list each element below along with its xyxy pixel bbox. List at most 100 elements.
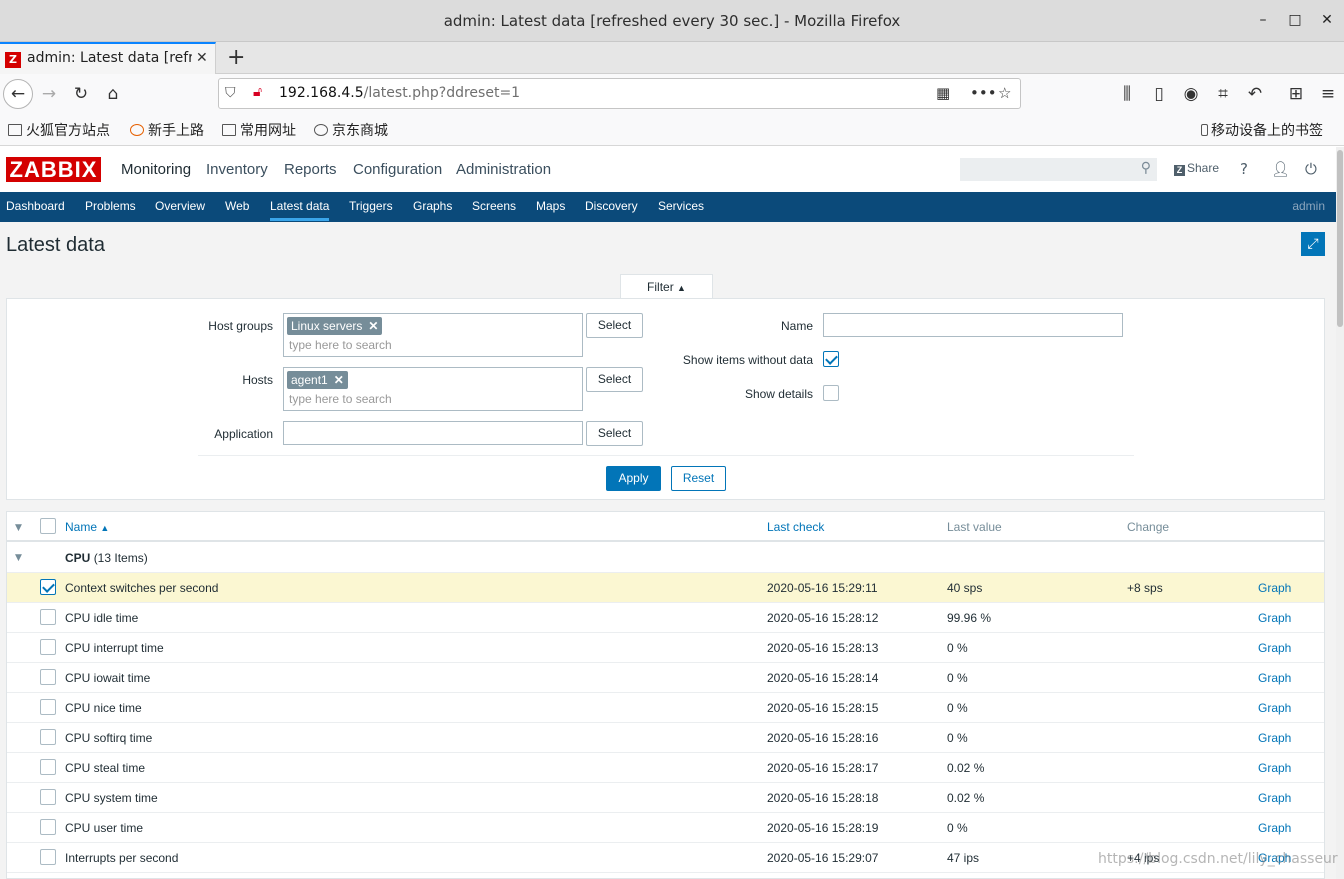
help-icon[interactable]: ? bbox=[1240, 160, 1248, 178]
fullscreen-button[interactable]: ⤢ bbox=[1301, 232, 1325, 256]
graph-link[interactable]: Graph bbox=[1258, 611, 1291, 625]
subnav-triggers[interactable]: Triggers bbox=[349, 199, 393, 213]
select-all-checkbox[interactable] bbox=[40, 518, 56, 534]
show-details-checkbox[interactable] bbox=[823, 385, 839, 401]
collapse-all-icon[interactable]: ▼ bbox=[15, 523, 22, 533]
url-text[interactable]: 192.168.4.5/latest.php?ddreset=1 bbox=[279, 85, 520, 101]
maximize-icon[interactable]: □ bbox=[1285, 10, 1305, 30]
back-icon[interactable]: ← bbox=[3, 79, 33, 109]
menu-inventory[interactable]: Inventory bbox=[206, 161, 268, 178]
bookmark-star-icon[interactable]: ☆ bbox=[998, 84, 1011, 102]
menu-configuration[interactable]: Configuration bbox=[353, 161, 442, 178]
column-name[interactable]: Name ▲ bbox=[65, 520, 109, 534]
hosts-multiselect[interactable]: agent1 ✕ type here to search bbox=[283, 367, 583, 411]
account-icon[interactable]: ◉ bbox=[1179, 82, 1203, 106]
new-tab-icon[interactable]: + bbox=[227, 45, 245, 70]
graph-link[interactable]: Graph bbox=[1258, 641, 1291, 655]
hosts-select-button[interactable]: Select bbox=[586, 367, 643, 392]
collapse-group-icon[interactable]: ▼ bbox=[15, 553, 22, 563]
remove-chip-icon[interactable]: ✕ bbox=[334, 373, 344, 387]
reset-button[interactable]: Reset bbox=[671, 466, 726, 491]
bookmark-item[interactable]: 常用网址 bbox=[222, 120, 296, 140]
graph-link[interactable]: Graph bbox=[1258, 581, 1291, 595]
url-bar[interactable]: ⛉ 🔓︎ 192.168.4.5/latest.php?ddreset=1 ▦ … bbox=[218, 78, 1021, 109]
subnav-graphs[interactable]: Graphs bbox=[413, 199, 452, 213]
row-checkbox[interactable] bbox=[40, 849, 56, 865]
page-actions-icon[interactable]: ••• bbox=[970, 84, 997, 102]
bookmark-item[interactable]: 京东商城 bbox=[314, 120, 388, 140]
bookmark-label: 新手上路 bbox=[148, 123, 204, 139]
subnav-problems[interactable]: Problems bbox=[85, 199, 136, 213]
row-checkbox[interactable] bbox=[40, 729, 56, 745]
row-checkbox[interactable] bbox=[40, 669, 56, 685]
host-groups-select-button[interactable]: Select bbox=[586, 313, 643, 338]
graph-link[interactable]: Graph bbox=[1258, 761, 1291, 775]
subnav-discovery[interactable]: Discovery bbox=[585, 199, 638, 213]
remove-chip-icon[interactable]: ✕ bbox=[368, 319, 378, 333]
reload-icon[interactable]: ↻ bbox=[69, 82, 93, 106]
menu-monitoring[interactable]: Monitoring bbox=[121, 161, 191, 178]
insecure-lock-icon[interactable]: 🔓︎ bbox=[253, 84, 262, 100]
undo-icon[interactable]: ↶ bbox=[1243, 82, 1267, 106]
last-check: 2020-05-16 15:28:19 bbox=[767, 821, 879, 835]
close-tab-icon[interactable]: ✕ bbox=[196, 50, 208, 66]
subnav-services[interactable]: Services bbox=[658, 199, 704, 213]
row-checkbox[interactable] bbox=[40, 639, 56, 655]
scrollbar-thumb[interactable] bbox=[1337, 150, 1343, 327]
share-button[interactable]: Z Share bbox=[1174, 161, 1219, 176]
application-select-button[interactable]: Select bbox=[586, 421, 643, 446]
minimize-icon[interactable]: – bbox=[1253, 10, 1273, 30]
page-scrollbar[interactable] bbox=[1336, 147, 1344, 879]
browser-tab[interactable]: Z admin: Latest data [refres ✕ bbox=[0, 42, 216, 74]
name-input[interactable] bbox=[823, 313, 1123, 337]
screenshot-icon[interactable]: ⌗ bbox=[1211, 82, 1235, 106]
subnav-maps[interactable]: Maps bbox=[536, 199, 565, 213]
graph-link[interactable]: Graph bbox=[1258, 671, 1291, 685]
row-checkbox[interactable] bbox=[40, 759, 56, 775]
global-search-input[interactable]: ⚲ bbox=[960, 158, 1157, 181]
row-checkbox[interactable] bbox=[40, 609, 56, 625]
library-icon[interactable]: ⫼ bbox=[1115, 82, 1139, 106]
last-value: 0.02 % bbox=[947, 761, 985, 775]
shield-icon[interactable]: ⛉ bbox=[225, 85, 236, 101]
user-profile-icon[interactable]: 👤︎ bbox=[1271, 160, 1290, 178]
subnav-web[interactable]: Web bbox=[225, 199, 249, 213]
row-checkbox[interactable] bbox=[40, 579, 56, 595]
graph-link[interactable]: Graph bbox=[1258, 791, 1291, 805]
row-checkbox[interactable] bbox=[40, 699, 56, 715]
graph-link[interactable]: Graph bbox=[1258, 701, 1291, 715]
bookmark-item[interactable]: 火狐官方站点 bbox=[8, 120, 110, 140]
graph-link[interactable]: Graph bbox=[1258, 821, 1291, 835]
bookmark-label: 常用网址 bbox=[240, 123, 296, 139]
column-last-check[interactable]: Last check bbox=[767, 520, 824, 534]
item-name: CPU system time bbox=[65, 791, 158, 805]
row-checkbox[interactable] bbox=[40, 789, 56, 805]
menu-icon[interactable]: ≡ bbox=[1316, 82, 1340, 106]
row-checkbox[interactable] bbox=[40, 819, 56, 835]
host-groups-multiselect[interactable]: Linux servers ✕ type here to search bbox=[283, 313, 583, 357]
subnav-latest-data[interactable]: Latest data bbox=[270, 199, 330, 221]
filter-tab[interactable]: Filter ▲ bbox=[620, 274, 713, 299]
menu-administration[interactable]: Administration bbox=[456, 161, 551, 178]
bookmark-item[interactable]: 新手上路 bbox=[130, 120, 204, 140]
forward-icon[interactable]: → bbox=[37, 82, 61, 106]
mobile-bookmarks[interactable]: 移动设备上的书签 bbox=[1201, 120, 1323, 140]
subnav-screens[interactable]: Screens bbox=[472, 199, 516, 213]
extensions-icon[interactable]: ⊞ bbox=[1284, 82, 1308, 106]
share-icon: Z bbox=[1174, 165, 1185, 176]
show-items-without-data-checkbox[interactable] bbox=[823, 351, 839, 367]
close-window-icon[interactable]: ✕ bbox=[1317, 10, 1337, 30]
application-input[interactable] bbox=[283, 421, 583, 445]
sidebar-icon[interactable]: ▯ bbox=[1147, 82, 1171, 106]
subnav-overview[interactable]: Overview bbox=[155, 199, 205, 213]
last-value: 40 sps bbox=[947, 581, 983, 595]
home-icon[interactable]: ⌂ bbox=[101, 82, 125, 106]
search-icon[interactable]: ⚲ bbox=[1141, 160, 1151, 176]
sign-out-icon[interactable]: ⏻ bbox=[1305, 160, 1317, 178]
menu-reports[interactable]: Reports bbox=[284, 161, 337, 178]
apply-button[interactable]: Apply bbox=[606, 466, 661, 491]
subnav-dashboard[interactable]: Dashboard bbox=[6, 199, 65, 213]
graph-link[interactable]: Graph bbox=[1258, 731, 1291, 745]
zabbix-logo[interactable]: ZABBIX bbox=[6, 157, 101, 182]
qr-code-icon[interactable]: ▦ bbox=[936, 84, 950, 102]
